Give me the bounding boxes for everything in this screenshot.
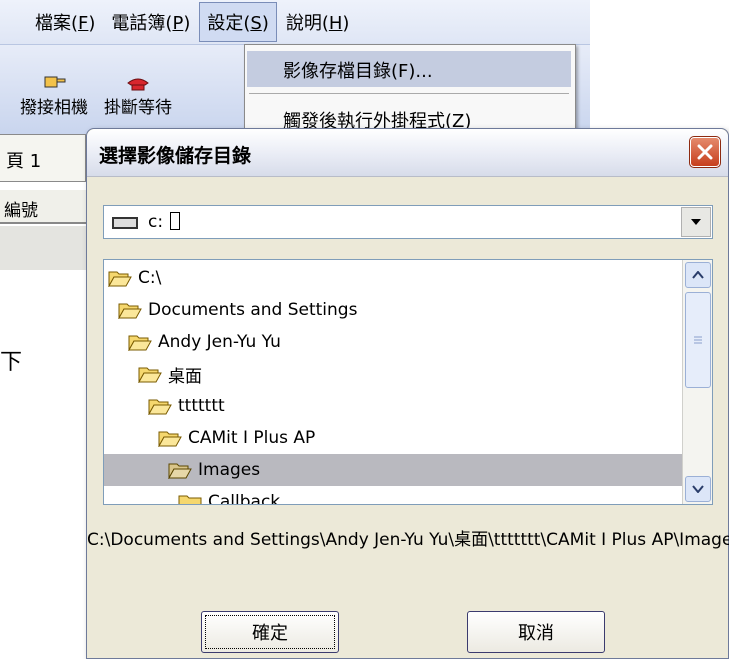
folder-item[interactable]: CAMit I Plus AP: [158, 422, 682, 454]
chevron-down-icon: [692, 485, 704, 493]
hangup-wait-button[interactable]: 掛斷等待: [104, 75, 172, 118]
folder-item[interactable]: Callback: [178, 486, 682, 504]
dialog-title: 選擇影像儲存目錄: [99, 145, 252, 167]
menu-settings[interactable]: 設定(S): [199, 2, 277, 42]
open-folder-icon: [128, 335, 152, 351]
scroll-thumb[interactable]: [685, 292, 711, 388]
scroll-down-button[interactable]: [685, 476, 711, 502]
menu-bar: 檔案(F) 電話簿(P) 設定(S) 說明(H): [0, 0, 590, 44]
dropdown-arrow-button[interactable]: [681, 207, 711, 237]
open-folder-icon: [118, 303, 142, 319]
grip-icon: [694, 336, 702, 344]
tab-strip: 頁 1: [0, 134, 100, 182]
drive-icon: [112, 217, 138, 229]
selected-path-label: C:\Documents and Settings\Andy Jen-Yu Yu…: [87, 530, 729, 550]
select-folder-dialog: 選擇影像儲存目錄 c: C:\ Documents and Settings A…: [86, 128, 729, 659]
drive-value: c:: [148, 212, 181, 232]
hangup-wait-label: 掛斷等待: [104, 98, 172, 118]
drive-select[interactable]: c:: [103, 205, 713, 239]
hand-icon: [44, 76, 66, 88]
column-header-number: 編號: [0, 190, 90, 224]
scroll-up-button[interactable]: [685, 262, 711, 288]
folder-item-selected[interactable]: Images: [104, 454, 682, 486]
open-folder-icon: [148, 399, 172, 415]
folder-item[interactable]: Andy Jen-Yu Yu: [128, 326, 682, 358]
menu-phonebook[interactable]: 電話簿(P): [104, 3, 197, 41]
folder-item[interactable]: ttttttt: [148, 390, 682, 422]
menu-item-image-folder[interactable]: 影像存檔目錄(F)...: [247, 51, 571, 87]
side-text: 下: [0, 350, 23, 375]
menu-separator: [249, 93, 569, 94]
ok-button[interactable]: 確定: [201, 611, 339, 653]
dial-camera-button[interactable]: 撥接相機: [20, 75, 88, 118]
folder-item[interactable]: C:\: [108, 262, 682, 294]
folder-item[interactable]: Documents and Settings: [118, 294, 682, 326]
menu-item-trigger-plugin[interactable]: 觸發後執行外掛程式(Z): [247, 101, 471, 132]
open-folder-icon: [158, 431, 182, 447]
menu-file[interactable]: 檔案(F): [28, 3, 102, 41]
open-folder-icon: [168, 463, 192, 479]
chevron-up-icon: [692, 271, 704, 279]
vertical-scrollbar[interactable]: [682, 260, 712, 504]
folder-tree-list[interactable]: C:\ Documents and Settings Andy Jen-Yu Y…: [103, 259, 713, 505]
phone-icon: [127, 78, 149, 91]
menu-help[interactable]: 說明(H): [279, 3, 357, 41]
chevron-down-icon: [691, 219, 701, 225]
dialog-title-bar[interactable]: 選擇影像儲存目錄: [87, 129, 728, 177]
tab-page-1[interactable]: 頁 1: [0, 134, 86, 182]
close-button[interactable]: [689, 136, 721, 168]
closed-folder-icon: [178, 495, 202, 504]
close-icon: [697, 144, 713, 160]
grid-row: [0, 226, 100, 270]
open-folder-icon: [138, 367, 162, 383]
cancel-button[interactable]: 取消: [467, 611, 605, 653]
folder-item[interactable]: 桌面: [138, 358, 682, 390]
dial-camera-label: 撥接相機: [20, 98, 88, 118]
open-folder-icon: [108, 271, 132, 287]
